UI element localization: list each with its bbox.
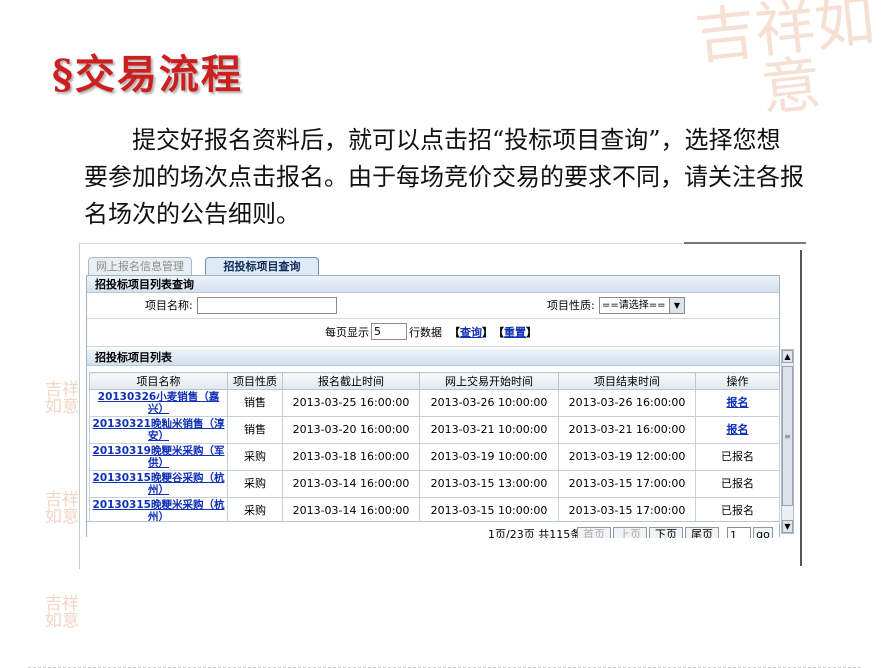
table-row: 20130319晚粳米采购（军供） 采购 2013-03-18 16:00:00… — [89, 443, 780, 471]
end-time-cell: 2013-03-26 16:00:00 — [558, 389, 696, 417]
project-type-select[interactable]: ==请选择== ▼ — [599, 297, 685, 314]
start-time-cell: 2013-03-19 10:00:00 — [419, 443, 559, 471]
scroll-up-icon[interactable]: ▲ — [782, 350, 793, 363]
vertical-scrollbar[interactable]: ▲ ≡ ▼ — [781, 349, 794, 534]
column-header: 网上交易开始时间 — [419, 372, 559, 390]
deadline-cell: 2013-03-20 16:00:00 — [282, 416, 420, 444]
query-link-group: 【查询】 — [449, 323, 493, 343]
frame-divider — [684, 242, 806, 244]
column-header: 项目名称 — [89, 372, 228, 390]
page-number-input[interactable]: 1 — [727, 527, 751, 538]
registered-status: 已报名 — [695, 470, 780, 498]
project-name-input[interactable] — [197, 297, 337, 314]
rows-label: 行数据 — [409, 326, 442, 339]
query-filter-row: 项目名称: 项目性质: ==请选择== ▼ — [87, 294, 779, 319]
project-type-cell: 销售 — [227, 389, 283, 417]
end-time-cell: 2013-03-19 12:00:00 — [558, 443, 696, 471]
bracket-close: 】 — [526, 326, 537, 339]
frame-bottom-area — [84, 538, 796, 566]
next-page-button[interactable]: 下页 — [649, 527, 683, 538]
table-row: 20130321晚籼米销售（淳安） 销售 2013-03-20 16:00:00… — [89, 416, 780, 444]
last-page-button[interactable]: 尾页 — [685, 527, 719, 538]
end-time-cell: 2013-03-15 17:00:00 — [558, 470, 696, 498]
query-link[interactable]: 查询 — [460, 326, 482, 339]
column-header: 项目结束时间 — [558, 372, 696, 390]
reset-link[interactable]: 重置 — [504, 326, 526, 339]
pagination-info: 1页/23页 共115条 — [488, 528, 582, 538]
scroll-thumb[interactable]: ≡ — [782, 366, 793, 506]
deadline-cell: 2013-03-18 16:00:00 — [282, 443, 420, 471]
registered-status: 已报名 — [695, 443, 780, 471]
tab-registration-management[interactable]: 网上报名信息管理 — [88, 257, 192, 275]
end-time-cell: 2013-03-21 16:00:00 — [558, 416, 696, 444]
tab-project-query[interactable]: 招投标项目查询 — [205, 257, 319, 275]
table-row: 20130315晚粳谷采购（杭州） 采购 2013-03-14 16:00:00… — [89, 470, 780, 498]
start-time-cell: 2013-03-21 10:00:00 — [419, 416, 559, 444]
auspicious-seal-small: 吉祥如意 — [45, 594, 79, 631]
operation-cell: 报名 — [695, 389, 780, 417]
bidding-query-window: 网上报名信息管理 招投标项目查询 招投标项目列表查询 项目名称: 项目性质: =… — [84, 253, 796, 538]
per-page-input[interactable]: 5 — [371, 323, 407, 340]
project-name-link[interactable]: 20130315晚粳谷采购（杭州） — [89, 470, 228, 498]
prev-page-button[interactable]: 上页 — [613, 527, 647, 538]
first-page-button[interactable]: 首页 — [577, 527, 611, 538]
query-panel: 招投标项目列表查询 项目名称: 项目性质: ==请选择== ▼ 每页显示 5 行… — [86, 275, 780, 538]
project-type-label: 项目性质: — [547, 299, 595, 312]
bracket-open: 【 — [493, 326, 504, 339]
chevron-down-icon: ▼ — [669, 298, 684, 313]
project-type-cell: 采购 — [227, 470, 283, 498]
register-link[interactable]: 报名 — [727, 396, 749, 409]
project-name-label: 项目名称: — [145, 299, 193, 312]
column-header: 报名截止时间 — [282, 372, 420, 390]
table-header-row: 项目名称 项目性质 报名截止时间 网上交易开始时间 项目结束时间 操作 — [89, 372, 780, 390]
reset-link-group: 【重置】 — [493, 323, 537, 343]
project-name-link[interactable]: 20130319晚粳米采购（军供） — [89, 443, 228, 471]
bracket-close: 】 — [482, 326, 493, 339]
project-name-link[interactable]: 20130326小麦销售（嘉兴） — [89, 389, 228, 417]
pagesize-row: 每页显示 5 行数据 【查询】 【重置】 — [87, 319, 779, 347]
project-name-link[interactable]: 20130321晚籼米销售（淳安） — [89, 416, 228, 444]
query-section-header: 招投标项目列表查询 — [87, 276, 779, 293]
auspicious-seal-large: 吉祥如意 — [691, 0, 879, 125]
slide-title: §交易流程 — [52, 51, 243, 98]
frame-divider — [800, 250, 802, 566]
list-section-header: 招投标项目列表 — [87, 349, 779, 366]
bracket-open: 【 — [449, 326, 460, 339]
slide-body-text: 提交好报名资料后，就可以点击招“投标项目查询”，选择您想要参加的场次点击报名。由… — [84, 126, 804, 228]
deadline-cell: 2013-03-14 16:00:00 — [282, 470, 420, 498]
register-link[interactable]: 报名 — [727, 423, 749, 436]
deadline-cell: 2013-03-25 16:00:00 — [282, 389, 420, 417]
column-header: 操作 — [695, 372, 780, 390]
start-time-cell: 2013-03-26 10:00:00 — [419, 389, 559, 417]
scroll-down-icon[interactable]: ▼ — [782, 520, 793, 533]
pagination-bar: 1页/23页 共115条 首页 上页 下页 尾页 1 go — [87, 521, 779, 538]
go-button[interactable]: go — [753, 527, 773, 538]
project-table: 项目名称 项目性质 报名截止时间 网上交易开始时间 项目结束时间 操作 2013… — [89, 372, 780, 525]
operation-cell: 报名 — [695, 416, 780, 444]
per-page-label: 每页显示 — [325, 326, 369, 339]
table-row: 20130326小麦销售（嘉兴） 销售 2013-03-25 16:00:00 … — [89, 389, 780, 417]
project-type-cell: 销售 — [227, 416, 283, 444]
start-time-cell: 2013-03-15 13:00:00 — [419, 470, 559, 498]
project-type-selected-value: ==请选择== — [602, 300, 666, 311]
project-type-cell: 采购 — [227, 443, 283, 471]
column-header: 项目性质 — [227, 372, 283, 390]
